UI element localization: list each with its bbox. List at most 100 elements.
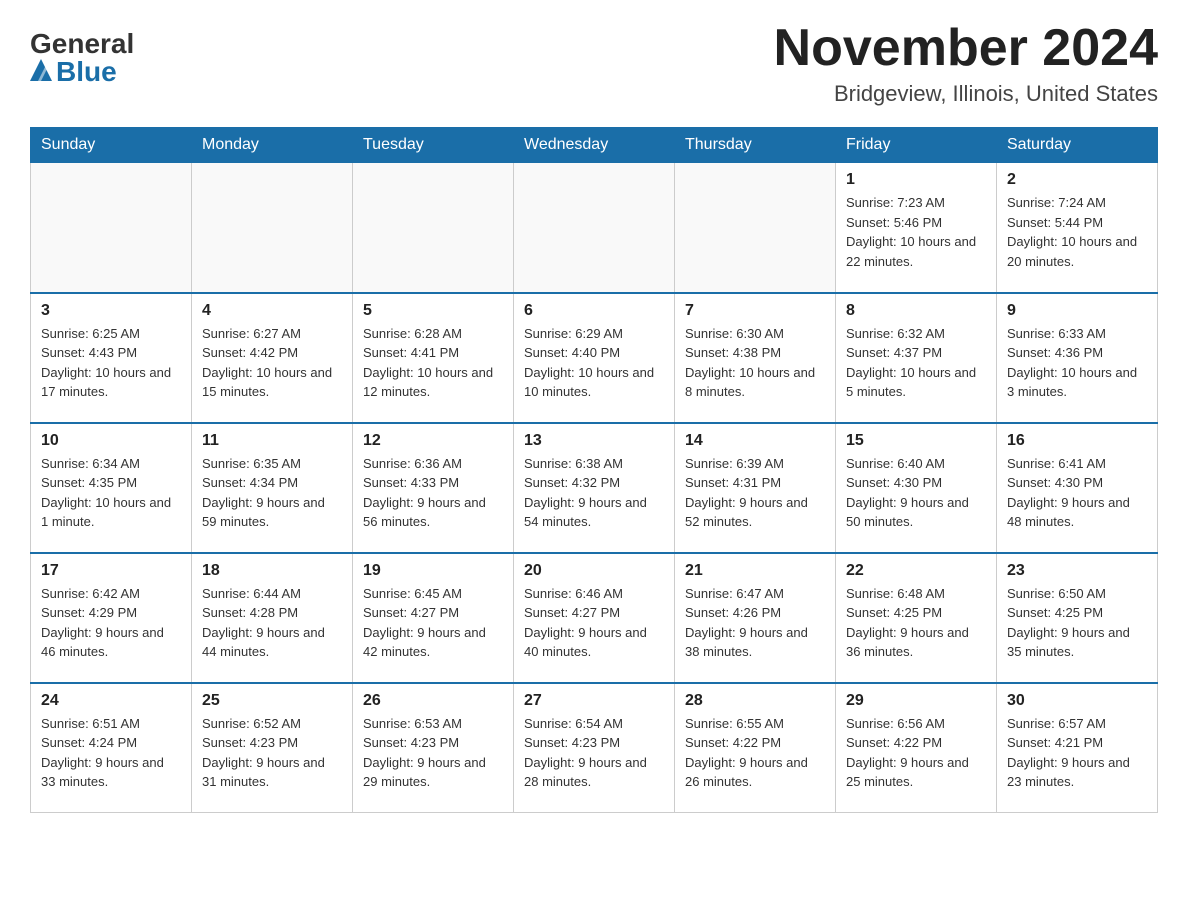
- calendar-cell: [192, 163, 353, 293]
- day-number: 12: [363, 432, 503, 450]
- calendar-cell: 15Sunrise: 6:40 AMSunset: 4:30 PMDayligh…: [836, 423, 997, 553]
- calendar-cell: [353, 163, 514, 293]
- logo-arrow-icon: [30, 59, 52, 81]
- day-number: 20: [524, 562, 664, 580]
- calendar-cell: 22 Sunrise: 6:48 AMSunset: 4:25 PMDayligh…: [836, 553, 997, 683]
- day-info: Sunrise: 6:25 AMSunset: 4:43 PMDaylight:…: [41, 324, 181, 402]
- day-info: Sunrise: 6:48 AMSunset: 4:25 PMDaylight:…: [846, 584, 986, 662]
- calendar-cell: 9 Sunrise: 6:33 AMSunset: 4:36 PMDaylight…: [997, 293, 1158, 423]
- month-title: November 2024: [774, 20, 1158, 77]
- calendar-week-4: 17Sunrise: 6:42 AMSunset: 4:29 PMDayligh…: [31, 553, 1158, 683]
- day-info: Sunrise: 6:50 AMSunset: 4:25 PMDaylight:…: [1007, 584, 1147, 662]
- calendar-cell: 13 Sunrise: 6:38 AMSunset: 4:32 PMDayligh…: [514, 423, 675, 553]
- day-info: Sunrise: 6:51 AMSunset: 4:24 PMDaylight:…: [41, 714, 181, 792]
- day-number: 30: [1007, 692, 1147, 710]
- day-info: Sunrise: 6:39 AMSunset: 4:31 PMDaylight:…: [685, 454, 825, 532]
- calendar-cell: [675, 163, 836, 293]
- logo-blue-text: Blue: [30, 58, 117, 86]
- calendar-week-1: 1 Sunrise: 7:23 AMSunset: 5:46 PMDaylight…: [31, 163, 1158, 293]
- calendar-cell: 10 Sunrise: 6:34 AMSunset: 4:35 PMDayligh…: [31, 423, 192, 553]
- day-info: Sunrise: 6:55 AMSunset: 4:22 PMDaylight:…: [685, 714, 825, 792]
- calendar-cell: 29 Sunrise: 6:56 AMSunset: 4:22 PMDayligh…: [836, 683, 997, 813]
- calendar-cell: 27 Sunrise: 6:54 AMSunset: 4:23 PMDayligh…: [514, 683, 675, 813]
- day-info: Sunrise: 6:32 AMSunset: 4:37 PMDaylight:…: [846, 324, 986, 402]
- page-header: General Blue November 2024 Bridgeview, I…: [30, 20, 1158, 107]
- calendar-cell: 7Sunrise: 6:30 AMSunset: 4:38 PMDaylight…: [675, 293, 836, 423]
- header-saturday: Saturday: [997, 128, 1158, 163]
- day-info: Sunrise: 6:45 AMSunset: 4:27 PMDaylight:…: [363, 584, 503, 662]
- header-monday: Monday: [192, 128, 353, 163]
- day-number: 8: [846, 302, 986, 320]
- calendar-cell: 17Sunrise: 6:42 AMSunset: 4:29 PMDayligh…: [31, 553, 192, 683]
- calendar-cell: [514, 163, 675, 293]
- calendar-cell: 8 Sunrise: 6:32 AMSunset: 4:37 PMDaylight…: [836, 293, 997, 423]
- calendar-cell: 6Sunrise: 6:29 AMSunset: 4:40 PMDaylight…: [514, 293, 675, 423]
- day-info: Sunrise: 6:46 AMSunset: 4:27 PMDaylight:…: [524, 584, 664, 662]
- calendar-cell: 11Sunrise: 6:35 AMSunset: 4:34 PMDayligh…: [192, 423, 353, 553]
- day-number: 13: [524, 432, 664, 450]
- day-number: 23: [1007, 562, 1147, 580]
- day-number: 5: [363, 302, 503, 320]
- day-info: Sunrise: 6:27 AMSunset: 4:42 PMDaylight:…: [202, 324, 342, 402]
- day-number: 27: [524, 692, 664, 710]
- day-info: Sunrise: 6:56 AMSunset: 4:22 PMDaylight:…: [846, 714, 986, 792]
- header-sunday: Sunday: [31, 128, 192, 163]
- day-info: Sunrise: 6:54 AMSunset: 4:23 PMDaylight:…: [524, 714, 664, 792]
- day-number: 6: [524, 302, 664, 320]
- calendar-cell: [31, 163, 192, 293]
- day-number: 16: [1007, 432, 1147, 450]
- calendar-cell: 18 Sunrise: 6:44 AMSunset: 4:28 PMDayligh…: [192, 553, 353, 683]
- day-info: Sunrise: 6:28 AMSunset: 4:41 PMDaylight:…: [363, 324, 503, 402]
- header-friday: Friday: [836, 128, 997, 163]
- calendar-cell: 12 Sunrise: 6:36 AMSunset: 4:33 PMDayligh…: [353, 423, 514, 553]
- calendar-cell: 4 Sunrise: 6:27 AMSunset: 4:42 PMDaylight…: [192, 293, 353, 423]
- title-section: November 2024 Bridgeview, Illinois, Unit…: [774, 20, 1158, 107]
- day-info: Sunrise: 6:33 AMSunset: 4:36 PMDaylight:…: [1007, 324, 1147, 402]
- day-number: 22: [846, 562, 986, 580]
- day-number: 7: [685, 302, 825, 320]
- day-number: 10: [41, 432, 181, 450]
- location-subtitle: Bridgeview, Illinois, United States: [774, 81, 1158, 107]
- logo: General Blue: [30, 30, 134, 86]
- calendar-cell: 28 Sunrise: 6:55 AMSunset: 4:22 PMDayligh…: [675, 683, 836, 813]
- day-number: 25: [202, 692, 342, 710]
- calendar-cell: 3 Sunrise: 6:25 AMSunset: 4:43 PMDaylight…: [31, 293, 192, 423]
- calendar-cell: 25Sunrise: 6:52 AMSunset: 4:23 PMDayligh…: [192, 683, 353, 813]
- calendar-cell: 14 Sunrise: 6:39 AMSunset: 4:31 PMDayligh…: [675, 423, 836, 553]
- calendar-table: SundayMondayTuesdayWednesdayThursdayFrid…: [30, 127, 1158, 813]
- day-info: Sunrise: 6:34 AMSunset: 4:35 PMDaylight:…: [41, 454, 181, 532]
- day-number: 26: [363, 692, 503, 710]
- calendar-cell: 5 Sunrise: 6:28 AMSunset: 4:41 PMDaylight…: [353, 293, 514, 423]
- header-wednesday: Wednesday: [514, 128, 675, 163]
- day-number: 18: [202, 562, 342, 580]
- day-info: Sunrise: 6:38 AMSunset: 4:32 PMDaylight:…: [524, 454, 664, 532]
- day-info: Sunrise: 6:47 AMSunset: 4:26 PMDaylight:…: [685, 584, 825, 662]
- day-info: Sunrise: 6:53 AMSunset: 4:23 PMDaylight:…: [363, 714, 503, 792]
- day-number: 28: [685, 692, 825, 710]
- day-info: Sunrise: 6:57 AMSunset: 4:21 PMDaylight:…: [1007, 714, 1147, 792]
- calendar-week-5: 24 Sunrise: 6:51 AMSunset: 4:24 PMDayligh…: [31, 683, 1158, 813]
- calendar-header-row: SundayMondayTuesdayWednesdayThursdayFrid…: [31, 128, 1158, 163]
- day-number: 29: [846, 692, 986, 710]
- header-thursday: Thursday: [675, 128, 836, 163]
- day-number: 2: [1007, 171, 1147, 189]
- day-number: 3: [41, 302, 181, 320]
- calendar-cell: 20 Sunrise: 6:46 AMSunset: 4:27 PMDayligh…: [514, 553, 675, 683]
- day-info: Sunrise: 6:41 AMSunset: 4:30 PMDaylight:…: [1007, 454, 1147, 532]
- day-info: Sunrise: 7:23 AMSunset: 5:46 PMDaylight:…: [846, 193, 986, 271]
- calendar-cell: 30 Sunrise: 6:57 AMSunset: 4:21 PMDayligh…: [997, 683, 1158, 813]
- day-number: 1: [846, 171, 986, 189]
- calendar-cell: 23 Sunrise: 6:50 AMSunset: 4:25 PMDayligh…: [997, 553, 1158, 683]
- day-number: 24: [41, 692, 181, 710]
- day-info: Sunrise: 6:40 AMSunset: 4:30 PMDaylight:…: [846, 454, 986, 532]
- day-number: 14: [685, 432, 825, 450]
- day-info: Sunrise: 6:42 AMSunset: 4:29 PMDaylight:…: [41, 584, 181, 662]
- day-number: 4: [202, 302, 342, 320]
- calendar-cell: 19Sunrise: 6:45 AMSunset: 4:27 PMDayligh…: [353, 553, 514, 683]
- day-number: 9: [1007, 302, 1147, 320]
- header-tuesday: Tuesday: [353, 128, 514, 163]
- calendar-cell: 21Sunrise: 6:47 AMSunset: 4:26 PMDayligh…: [675, 553, 836, 683]
- day-info: Sunrise: 6:44 AMSunset: 4:28 PMDaylight:…: [202, 584, 342, 662]
- day-info: Sunrise: 6:36 AMSunset: 4:33 PMDaylight:…: [363, 454, 503, 532]
- day-info: Sunrise: 7:24 AMSunset: 5:44 PMDaylight:…: [1007, 193, 1147, 271]
